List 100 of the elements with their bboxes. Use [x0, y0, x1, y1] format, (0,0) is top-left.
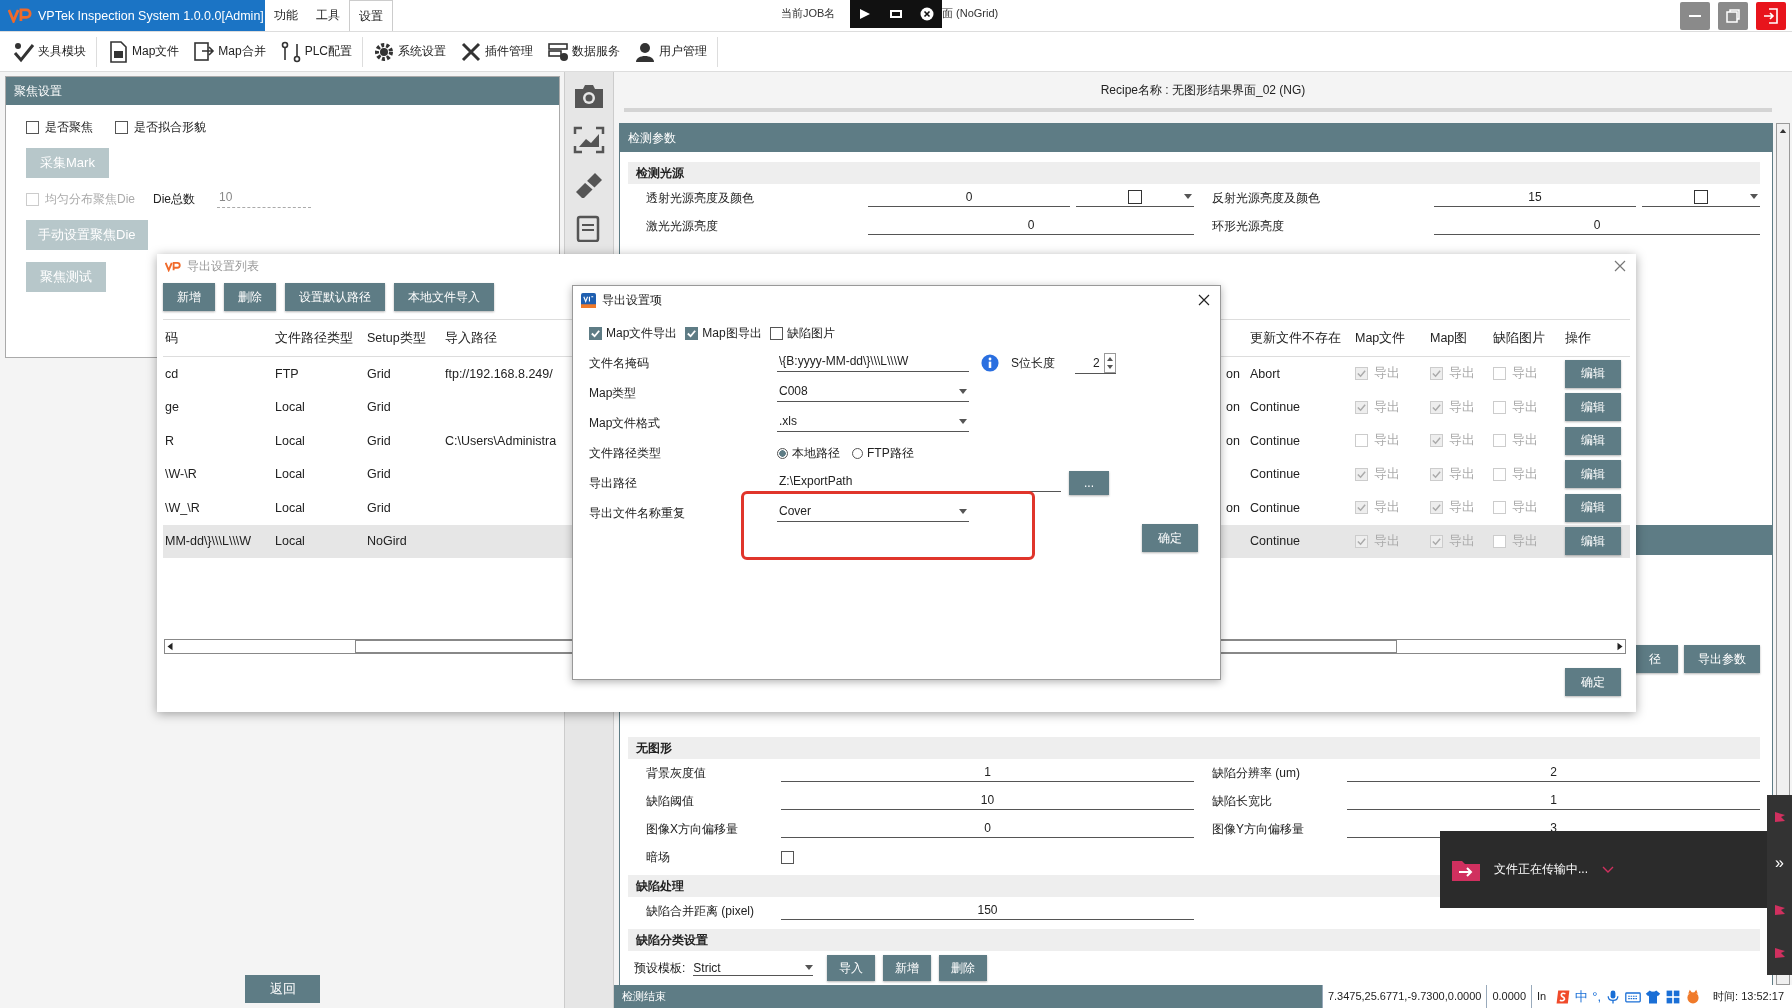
menu-tab[interactable]: 设置 — [349, 0, 393, 31]
spinner-arrows-icon[interactable] — [1103, 352, 1116, 373]
table-cell[interactable]: \W_\R — [165, 500, 275, 515]
edit-button[interactable]: 编辑 — [1565, 527, 1621, 556]
input-mode[interactable]: 中 — [1575, 987, 1589, 1006]
value-field[interactable]: 0 — [781, 820, 1194, 838]
checkbox-label: 导出 — [1449, 432, 1475, 450]
checkbox[interactable] — [26, 121, 39, 134]
ruler-pencil-icon[interactable] — [573, 170, 605, 198]
edit-button[interactable]: 编辑 — [1565, 393, 1621, 422]
toolbar-button[interactable]: 用户管理 — [627, 36, 715, 67]
checkbox[interactable] — [685, 326, 699, 340]
table-cell-text: Continue — [1250, 534, 1302, 549]
checkbox[interactable] — [589, 326, 602, 340]
close-icon[interactable] — [919, 7, 934, 21]
toolbar-button[interactable]: 系统设置 — [366, 36, 454, 67]
table-cell[interactable]: \W-\R — [165, 467, 275, 482]
exit-button[interactable] — [1756, 2, 1786, 30]
toolbar-button[interactable]: Map文件 — [100, 36, 187, 67]
browse-button[interactable]: ... — [1069, 471, 1109, 495]
expand-toggle[interactable]: » — [1775, 854, 1784, 873]
gear-icon — [373, 40, 396, 63]
ok-button[interactable]: 确定 — [1142, 524, 1198, 552]
scroll-right-icon[interactable] — [1615, 641, 1625, 652]
value-field[interactable]: 0 — [1434, 217, 1760, 235]
checkbox[interactable] — [769, 326, 783, 340]
restore-button[interactable] — [1718, 2, 1748, 30]
dropdown[interactable]: C008 — [777, 384, 969, 402]
action-button[interactable]: 设置默认路径 — [285, 283, 385, 311]
column-header: Map文件 — [1355, 329, 1407, 347]
user-icon — [634, 40, 657, 63]
toolbar-button[interactable]: 数据服务 — [540, 36, 628, 67]
value-field[interactable]: 15 — [1434, 189, 1636, 207]
minimize-button[interactable] — [1680, 2, 1710, 30]
table-cell[interactable]: R — [165, 433, 275, 448]
input-field[interactable]: Z:\ExportPath — [777, 474, 1061, 492]
table-cell-text: Continue — [1250, 500, 1302, 515]
action-button[interactable]: 删除 — [939, 955, 988, 981]
die-total-field[interactable]: 10 — [217, 190, 312, 208]
action-button[interactable]: 新增 — [163, 283, 215, 311]
value-field[interactable]: 1 — [781, 764, 1194, 782]
checkbox-label: 导出 — [1374, 499, 1400, 517]
dialog-title: 导出设置列表 — [187, 257, 259, 275]
edit-button[interactable]: 编辑 — [1565, 426, 1621, 455]
flag-icon[interactable] — [1773, 947, 1786, 960]
value-field[interactable]: 2 — [1347, 764, 1760, 782]
column-header: 更新文件不存在 — [1250, 329, 1342, 347]
close-icon[interactable] — [1198, 294, 1210, 306]
image-scan-icon[interactable] — [573, 126, 605, 154]
table-cell[interactable]: ge — [165, 400, 275, 415]
table-cell[interactable]: cd — [165, 366, 275, 381]
edit-button[interactable]: 编辑 — [1565, 493, 1621, 522]
shirt-icon[interactable] — [1645, 988, 1662, 1005]
toolbar-button[interactable]: Map合并 — [186, 36, 273, 67]
status-time: 时间: 13:52:17 — [1705, 985, 1792, 1008]
flag-icon[interactable] — [1773, 810, 1786, 823]
back-button[interactable]: 返回 — [245, 975, 320, 1003]
mascot-icon[interactable] — [1685, 988, 1702, 1005]
checkbox[interactable] — [115, 121, 128, 134]
toolbar-button[interactable]: 插件管理 — [453, 36, 541, 67]
grid-icon[interactable] — [1665, 988, 1682, 1005]
value-field[interactable]: 150 — [781, 902, 1194, 920]
connector-icon — [279, 40, 302, 63]
checkbox[interactable] — [781, 850, 794, 864]
input-field[interactable]: \{B:yyyy-MM-dd\}\\\L\\\W — [777, 354, 969, 372]
edit-button[interactable]: 编辑 — [1565, 359, 1621, 388]
action-button[interactable]: 导入 — [827, 955, 876, 981]
screen-icon[interactable] — [889, 7, 903, 21]
action-button[interactable]: 导出参数 — [1684, 645, 1760, 673]
value-field[interactable]: 1 — [1347, 792, 1760, 810]
info-icon[interactable] — [981, 354, 999, 372]
ok-button[interactable]: 确定 — [1565, 668, 1621, 696]
chevron-down-icon[interactable] — [1602, 865, 1614, 874]
radio-button[interactable] — [852, 447, 863, 459]
toolbar-button[interactable]: PLC配置 — [272, 36, 360, 67]
toolbar-button[interactable]: 夹具模块 — [6, 36, 93, 67]
spin-box[interactable]: 2 — [1075, 352, 1116, 374]
scroll-up-icon[interactable] — [1779, 127, 1787, 134]
table-cell: C:\Users\Administra — [445, 433, 557, 448]
camera-icon[interactable] — [573, 82, 605, 110]
color-dropdown[interactable] — [1642, 189, 1760, 207]
punctuation-mode[interactable]: °, — [1592, 989, 1602, 1004]
value-field[interactable]: 0 — [868, 217, 1194, 235]
radio-button[interactable] — [777, 447, 788, 459]
radio-label: 本地路径 — [792, 444, 840, 462]
color-dropdown[interactable] — [1076, 189, 1194, 207]
dropdown[interactable]: .xls — [777, 414, 969, 432]
template-dropdown[interactable]: Strict — [693, 960, 814, 976]
dropdown[interactable]: Cover — [777, 504, 969, 522]
table-cell-text: Local — [275, 500, 306, 515]
value-field[interactable]: 0 — [868, 189, 1070, 207]
scroll-left-icon[interactable] — [165, 641, 175, 652]
action-button[interactable]: 本地文件导入 — [394, 283, 494, 311]
edit-button[interactable]: 编辑 — [1565, 460, 1621, 489]
flag-icon[interactable] — [1773, 903, 1786, 916]
table-cell[interactable]: MM-dd\}\\\L\\\W — [165, 534, 275, 549]
value-field[interactable]: 10 — [781, 792, 1194, 810]
action-button[interactable]: 删除 — [224, 283, 276, 311]
ime-logo-icon[interactable] — [1555, 988, 1572, 1005]
action-button[interactable]: 新增 — [883, 955, 932, 981]
